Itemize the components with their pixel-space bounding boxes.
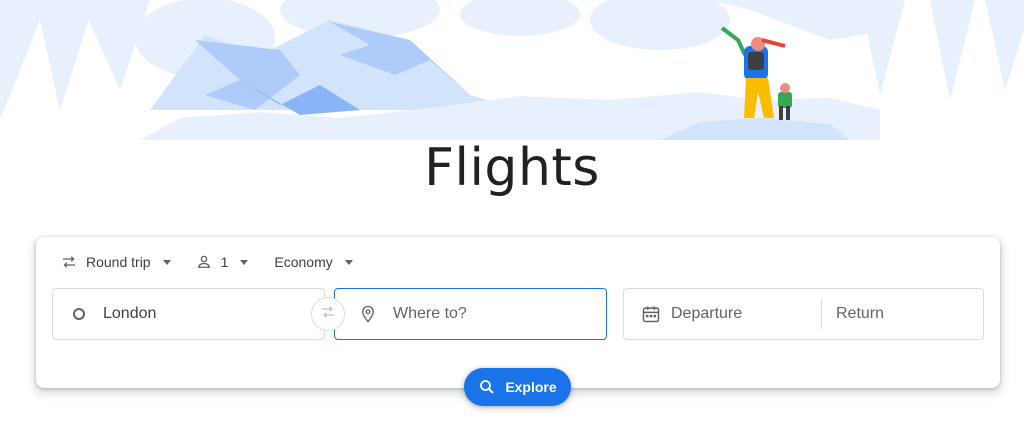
- chevron-down-icon: [344, 259, 353, 265]
- swap-icon: [319, 303, 337, 326]
- search-icon: [478, 378, 496, 396]
- departure-date-input[interactable]: Departure: [671, 305, 821, 323]
- dates-field: Departure Return: [623, 288, 984, 340]
- origin-field[interactable]: London: [52, 288, 325, 340]
- search-options-bar: Round trip 1 Economy: [60, 251, 353, 273]
- page-title: Flights: [424, 138, 600, 198]
- flight-search-card: Round trip 1 Economy London Where to? De…: [36, 237, 1000, 388]
- date-divider: [821, 299, 822, 329]
- return-date-input[interactable]: Return: [836, 305, 884, 323]
- trip-type-label: Round trip: [86, 254, 151, 270]
- chevron-down-icon: [162, 259, 171, 265]
- destination-input[interactable]: [391, 304, 575, 324]
- passengers-dropdown[interactable]: 1: [195, 251, 249, 273]
- swap-horizontal-icon: [60, 253, 78, 271]
- swap-origin-destination-button[interactable]: [311, 297, 345, 331]
- chevron-down-icon: [240, 259, 249, 265]
- explore-label: Explore: [505, 379, 557, 395]
- header-illustration: [0, 0, 1024, 140]
- origin-value: London: [103, 305, 157, 322]
- cabin-class-label: Economy: [274, 254, 333, 270]
- trip-type-dropdown[interactable]: Round trip: [60, 251, 171, 273]
- calendar-icon: [641, 304, 661, 324]
- explore-button[interactable]: Explore: [464, 368, 571, 406]
- passenger-count: 1: [220, 254, 229, 270]
- destination-field[interactable]: [334, 288, 607, 340]
- circle-icon: [73, 308, 85, 320]
- cabin-class-dropdown[interactable]: Economy: [274, 251, 353, 273]
- location-pin-icon: [359, 304, 377, 324]
- person-icon: [195, 253, 213, 271]
